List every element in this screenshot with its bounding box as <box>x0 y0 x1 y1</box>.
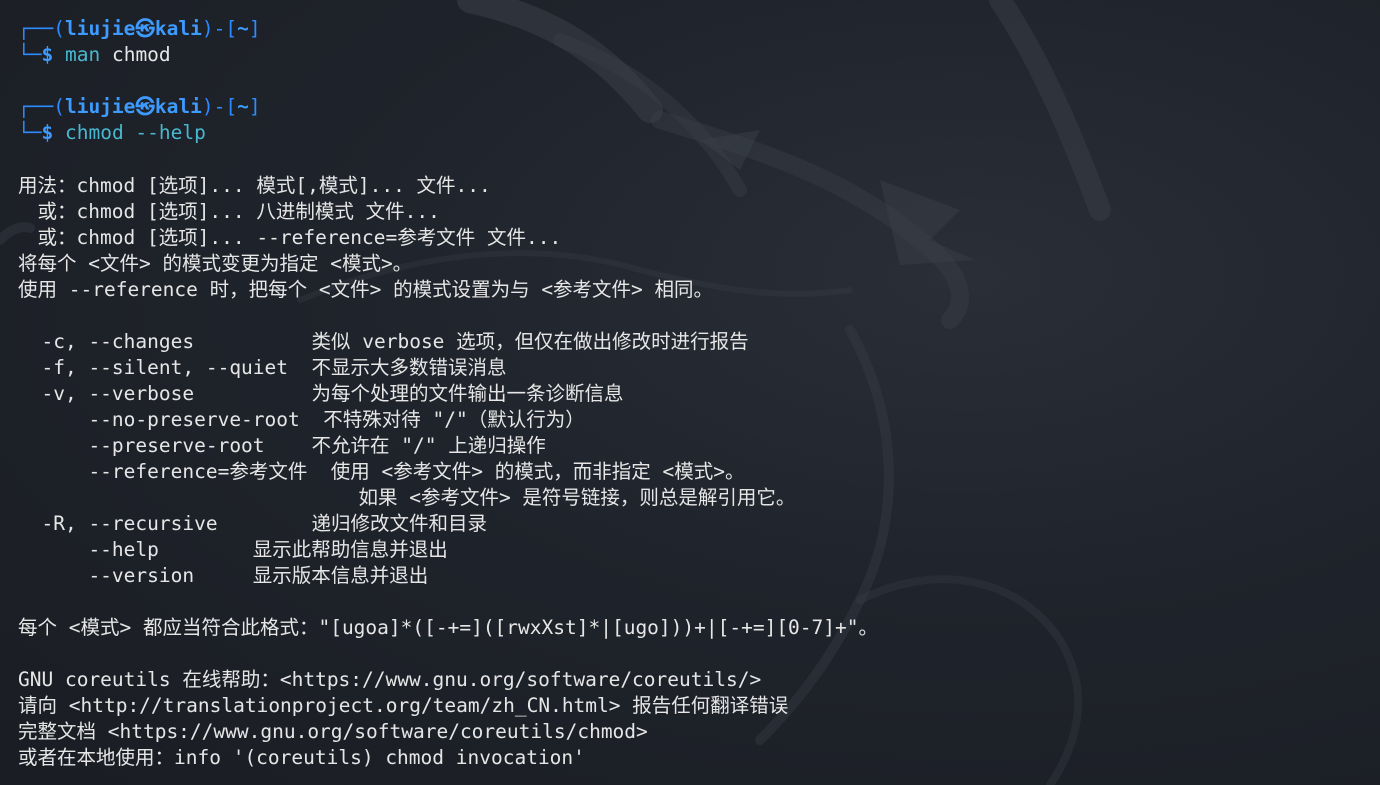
prompt-dollar: $ <box>41 43 54 66</box>
prompt-bracket: )-[ <box>201 17 238 40</box>
output-line: 或者在本地使用：info '(coreutils) chmod invocati… <box>18 746 585 769</box>
output-line: --preserve-root 不允许在 "/" 上递归操作 <box>18 434 546 457</box>
output-line: -v, --verbose 为每个处理的文件输出一条诊断信息 <box>18 382 624 405</box>
output-line: -R, --recursive 递归修改文件和目录 <box>18 512 487 535</box>
prompt-bracket-end: ] <box>248 17 261 40</box>
prompt-box-bottom: └─ <box>18 121 42 144</box>
output-line: 如果 <参考文件> 是符号链接，则总是解引用它。 <box>18 486 796 509</box>
output-line: 完整文档 <https://www.gnu.org/software/coreu… <box>18 720 648 743</box>
prompt-bracket-end: ] <box>248 95 261 118</box>
output-line: --reference=参考文件 使用 <参考文件> 的模式，而非指定 <模式>… <box>18 460 745 483</box>
prompt-line-1-cmd: └─$ man chmod <box>18 42 171 68</box>
output-line: 将每个 <文件> 的模式变更为指定 <模式>。 <box>18 252 413 275</box>
prompt-line-2-cmd: └─$ chmod --help <box>18 120 206 146</box>
prompt-dollar: $ <box>41 121 54 144</box>
prompt-bracket: )-[ <box>201 95 238 118</box>
prompt-user-host: liujie㉿kali <box>64 17 202 40</box>
output-line: 或：chmod [选项]... 八进制模式 文件... <box>18 200 440 223</box>
output-line: 请向 <http://translationproject.org/team/z… <box>18 694 789 717</box>
command-args: chmod <box>100 43 171 66</box>
command-name: man <box>64 43 101 66</box>
output-line: 使用 --reference 时，把每个 <文件> 的模式设置为与 <参考文件>… <box>18 278 714 301</box>
prompt-cwd: ~ <box>237 17 249 40</box>
command-name: chmod <box>64 121 124 144</box>
prompt-user-host: liujie㉿kali <box>64 95 202 118</box>
output-line: --version 显示版本信息并退出 <box>18 564 429 587</box>
output-line: GNU coreutils 在线帮助：<https://www.gnu.org/… <box>18 668 762 691</box>
prompt-cwd: ~ <box>237 95 249 118</box>
prompt-line-1-top: ┌──(liujie㉿kali)-[~] <box>18 16 261 42</box>
output-line: --no-preserve-root 不特殊对待 "/"（默认行为） <box>18 408 585 431</box>
output-line: -f, --silent, --quiet 不显示大多数错误消息 <box>18 356 507 379</box>
output-line: 每个 <模式> 都应当符合此格式："[ugoa]*([-+=]([rwxXst]… <box>18 616 878 639</box>
output-line: --help 显示此帮助信息并退出 <box>18 538 448 561</box>
prompt-box-bottom: └─ <box>18 43 42 66</box>
output-line: 用法：chmod [选项]... 模式[,模式]... 文件... <box>18 174 491 197</box>
prompt-line-2-top: ┌──(liujie㉿kali)-[~] <box>18 94 261 120</box>
prompt-box-top: ┌──( <box>18 95 65 118</box>
output-line: 或：chmod [选项]... --reference=参考文件 文件... <box>18 226 562 249</box>
command-args: --help <box>123 121 206 144</box>
output-line: -c, --changes 类似 verbose 选项，但仅在做出修改时进行报告 <box>18 330 749 353</box>
prompt-box-top: ┌──( <box>18 17 65 40</box>
terminal-window[interactable]: ┌──(liujie㉿kali)-[~] └─$ man chmod ┌──(l… <box>0 0 1380 785</box>
